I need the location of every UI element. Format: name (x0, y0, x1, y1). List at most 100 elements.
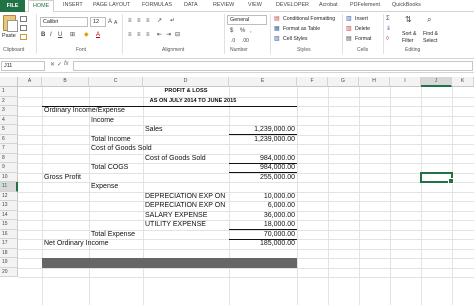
align-right-icon[interactable]: ≡ (146, 31, 150, 39)
tab-page-layout[interactable]: PAGE LAYOUT (93, 2, 130, 8)
cell-d15[interactable]: SALARY EXPENSE (145, 211, 207, 221)
borders-icon[interactable]: ⊞ (70, 31, 75, 39)
cell-b11[interactable]: Gross Profit (44, 173, 81, 183)
sort-filter-icon[interactable]: ⇅ (405, 16, 412, 24)
active-cell-j11[interactable] (420, 172, 454, 184)
tab-formulas[interactable]: FORMULAS (142, 2, 172, 8)
font-size-select[interactable]: 12 (90, 17, 106, 27)
row-header-10[interactable]: 10 (0, 172, 18, 182)
delete-button[interactable]: Delete (355, 26, 370, 32)
name-box[interactable]: J11 (1, 61, 45, 71)
select-all-corner[interactable] (0, 77, 18, 87)
tab-data[interactable]: DATA (184, 2, 198, 8)
row-header-3[interactable]: 3 (0, 106, 18, 116)
tab-file[interactable]: FILE (0, 0, 25, 12)
column-header-e[interactable]: E (229, 77, 297, 87)
delete-cells-icon[interactable]: ▥ (346, 25, 352, 33)
cell-e11[interactable]: 255,000.00 (229, 173, 295, 183)
align-middle-icon[interactable]: ≡ (137, 17, 141, 25)
row-header-12[interactable]: 12 (0, 191, 18, 201)
cell-c7[interactable]: Total Income (91, 135, 131, 145)
cell-d6[interactable]: Sales (145, 125, 163, 135)
cell-b18[interactable]: Net Ordinary Income (44, 239, 109, 249)
fill-color-icon[interactable]: ◆ (84, 31, 89, 39)
row-header-19[interactable]: 19 (0, 258, 18, 268)
currency-icon[interactable]: $ (230, 27, 233, 35)
worksheet-grid[interactable]: A B C D E F G H I J K 1 2 3 4 5 6 7 8 9 … (0, 77, 474, 305)
paste-icon[interactable] (3, 15, 18, 32)
cell-e15[interactable]: 36,000.00 (229, 211, 295, 221)
bold-icon[interactable]: B (41, 31, 45, 39)
cell-styles-button[interactable]: Cell Styles (283, 36, 308, 42)
number-format-select[interactable]: General (227, 15, 267, 25)
row-header-20[interactable]: 20 (0, 267, 18, 277)
row-header-2[interactable]: 2 (0, 96, 18, 106)
tab-developer[interactable]: DEVELOPER (276, 2, 309, 8)
column-header-k[interactable]: K (452, 77, 474, 87)
column-header-i[interactable]: I (390, 77, 421, 87)
find-select-button-line2[interactable]: Select (423, 38, 437, 44)
column-header-h[interactable]: H (359, 77, 390, 87)
tab-quickbooks[interactable]: QuickBooks (392, 2, 421, 8)
cell-e13[interactable]: 10,000.00 (229, 192, 295, 202)
format-painter-icon[interactable] (20, 34, 27, 40)
column-header-g[interactable]: G (328, 77, 359, 87)
column-header-j[interactable]: J (421, 77, 452, 87)
row-header-9[interactable]: 9 (0, 163, 18, 173)
enter-icon[interactable]: ✓ (57, 61, 62, 68)
row-header-13[interactable]: 13 (0, 201, 18, 211)
cell-d13[interactable]: DEPRECIATION EXP ON (145, 192, 225, 202)
cut-icon[interactable] (20, 16, 27, 22)
report-title[interactable]: PROFIT & LOSS (143, 87, 229, 97)
cell-c12[interactable]: Expense (91, 182, 118, 192)
merge-center-icon[interactable]: ⊟ (175, 31, 180, 39)
align-bottom-icon[interactable]: ≡ (146, 17, 150, 25)
copy-icon[interactable] (20, 25, 27, 31)
font-color-icon[interactable]: A (96, 31, 100, 39)
row-header-16[interactable]: 16 (0, 229, 18, 239)
find-select-icon[interactable]: ⌕ (427, 16, 431, 24)
align-left-icon[interactable]: ≡ (128, 31, 132, 39)
column-header-b[interactable]: B (42, 77, 89, 87)
row-header-7[interactable]: 7 (0, 144, 18, 154)
cell-b4[interactable]: Ordinary Income/Expense (44, 106, 125, 116)
format-as-table-icon[interactable]: ▦ (274, 25, 280, 33)
cancel-icon[interactable]: ✕ (50, 61, 55, 68)
column-header-f[interactable]: F (297, 77, 328, 87)
insert-function-icon[interactable]: fx (64, 61, 69, 67)
row-header-14[interactable]: 14 (0, 210, 18, 220)
format-as-table-button[interactable]: Format as Table (283, 26, 320, 32)
find-select-button-line1[interactable]: Find & (423, 31, 438, 37)
wrap-text-icon[interactable]: ↵ (170, 17, 175, 25)
sort-filter-button-line2[interactable]: Filter (402, 38, 414, 44)
align-top-icon[interactable]: ≡ (128, 17, 132, 25)
decrease-decimal-icon[interactable]: .00 (242, 37, 249, 45)
fill-icon[interactable]: ⇓ (386, 25, 391, 33)
increase-decimal-icon[interactable]: .0 (231, 37, 235, 45)
cell-b19[interactable]: Net Income (44, 249, 80, 259)
tab-insert[interactable]: INSERT (63, 2, 83, 8)
orientation-icon[interactable]: ↗ (157, 17, 162, 25)
autosum-icon[interactable]: Σ (386, 15, 390, 23)
cell-d14[interactable]: DEPRECIATION EXP ON (145, 201, 225, 211)
sort-filter-button-line1[interactable]: Sort & (402, 31, 416, 37)
row-header-11[interactable]: 11 (0, 182, 18, 192)
row-header-8[interactable]: 8 (0, 153, 18, 163)
column-header-a[interactable]: A (18, 77, 42, 87)
column-header-c[interactable]: C (89, 77, 143, 87)
insert-button[interactable]: Insert (355, 16, 368, 22)
tab-view[interactable]: VIEW (248, 2, 262, 8)
format-button[interactable]: Format (355, 36, 371, 42)
underline-icon[interactable]: U (58, 31, 62, 39)
insert-cells-icon[interactable]: ▥ (346, 15, 352, 23)
cell-d9[interactable]: Cost of Goods Sold (145, 154, 206, 164)
cell-e18[interactable]: 185,000.00 (229, 239, 295, 249)
row-header-1[interactable]: 1 (0, 87, 18, 97)
percent-icon[interactable]: % (240, 27, 245, 35)
cell-styles-icon[interactable]: ▧ (274, 35, 280, 43)
align-center-icon[interactable]: ≡ (137, 31, 141, 39)
row-header-15[interactable]: 15 (0, 220, 18, 230)
conditional-formatting-button[interactable]: Conditional Formatting (283, 16, 335, 22)
shrink-font-icon[interactable]: A (114, 19, 117, 27)
formula-input[interactable] (73, 61, 473, 71)
